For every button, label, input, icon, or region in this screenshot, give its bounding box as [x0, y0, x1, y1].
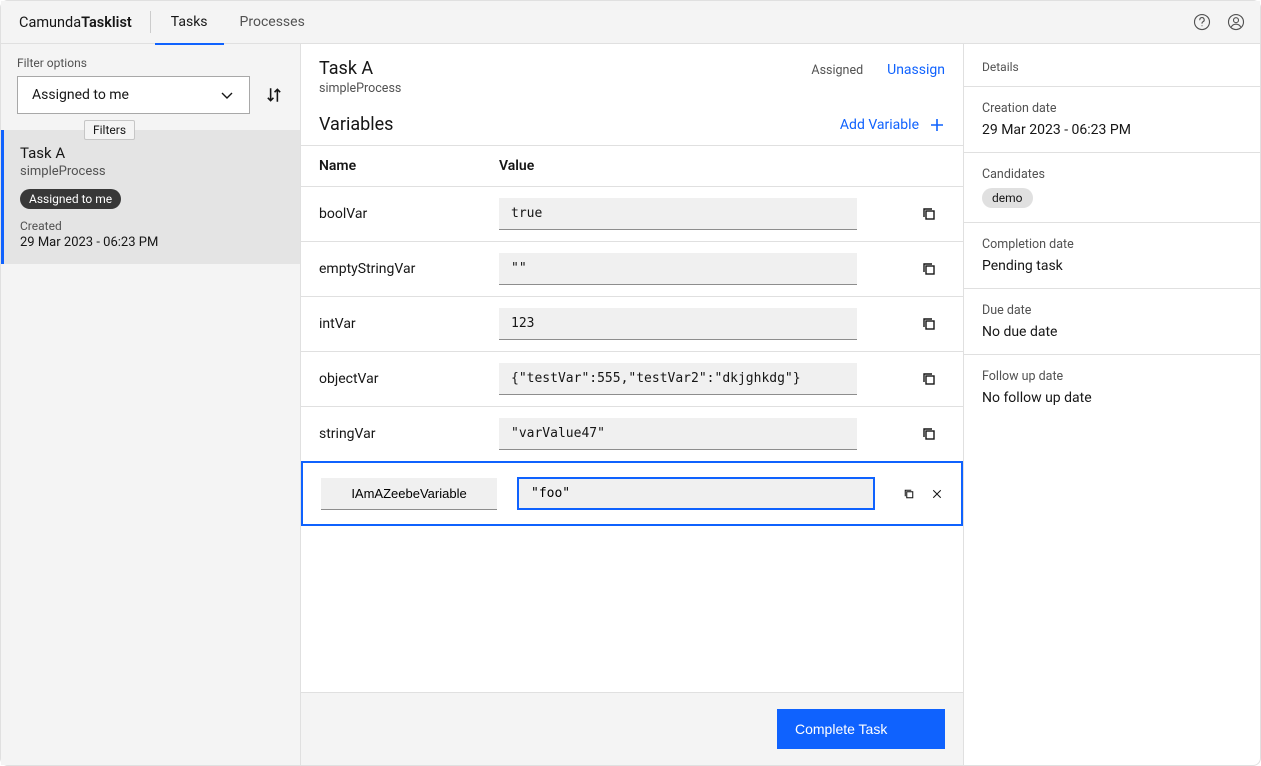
creation-date-label: Creation date	[982, 101, 1242, 116]
variable-row: stringVar "varValue47"	[301, 407, 963, 462]
task-process-name: simpleProcess	[319, 81, 401, 96]
new-variable-name-input[interactable]	[321, 478, 497, 510]
assigned-label: Assigned	[811, 63, 863, 78]
close-icon[interactable]	[931, 486, 943, 502]
brand-prefix: Camunda	[19, 14, 81, 31]
copy-icon[interactable]	[921, 206, 937, 222]
chevron-down-icon	[219, 87, 235, 103]
task-card[interactable]: Filters Task A simpleProcess Assigned to…	[1, 130, 300, 264]
complete-task-button[interactable]: Complete Task	[777, 709, 945, 749]
completion-date-value: Pending task	[982, 258, 1242, 274]
nav-tab-tasks[interactable]: Tasks	[155, 1, 224, 44]
variable-name: boolVar	[301, 187, 481, 242]
variable-value-input[interactable]: true	[499, 198, 857, 230]
variables-table: Name Value boolVar true emptyStringVar "" in…	[301, 146, 963, 461]
new-variable-value-input[interactable]	[517, 477, 875, 510]
copy-icon[interactable]	[921, 426, 937, 442]
filter-options-label: Filter options	[1, 44, 300, 76]
variable-name: stringVar	[301, 407, 481, 462]
task-card-process: simpleProcess	[20, 164, 284, 179]
filters-badge: Filters	[84, 120, 135, 140]
created-label: Created	[20, 219, 284, 233]
copy-icon[interactable]	[921, 371, 937, 387]
help-icon[interactable]	[1192, 12, 1212, 32]
unassign-button[interactable]: Unassign	[887, 62, 945, 78]
column-name: Name	[301, 146, 481, 187]
followup-date-value: No follow up date	[982, 390, 1242, 406]
completion-date-label: Completion date	[982, 237, 1242, 252]
variable-value-input[interactable]: "varValue47"	[499, 418, 857, 450]
plus-icon	[929, 117, 945, 133]
copy-icon[interactable]	[921, 261, 937, 277]
due-date-label: Due date	[982, 303, 1242, 318]
user-icon[interactable]	[1226, 12, 1246, 32]
new-variable-row	[301, 461, 963, 526]
creation-date-value: 29 Mar 2023 - 06:23 PM	[982, 122, 1242, 138]
candidate-chip: demo	[982, 188, 1033, 208]
details-heading: Details	[964, 44, 1260, 87]
add-variable-label: Add Variable	[840, 117, 919, 133]
task-title: Task A	[319, 58, 401, 79]
variable-row: boolVar true	[301, 187, 963, 242]
filter-dropdown[interactable]: Assigned to me	[17, 76, 250, 114]
variable-row: intVar 123	[301, 297, 963, 352]
variable-name: objectVar	[301, 352, 481, 407]
app-brand: Camunda Tasklist	[19, 11, 151, 33]
created-value: 29 Mar 2023 - 06:23 PM	[20, 235, 284, 250]
assigned-chip: Assigned to me	[20, 189, 121, 209]
variable-name: emptyStringVar	[301, 242, 481, 297]
variables-heading: Variables	[319, 114, 393, 135]
variable-value-input[interactable]: 123	[499, 308, 857, 340]
variable-row: objectVar {"testVar":555,"testVar2":"dkjg…	[301, 352, 963, 407]
sort-button[interactable]	[260, 81, 288, 109]
add-variable-button[interactable]: Add Variable	[840, 117, 945, 133]
column-value: Value	[481, 146, 903, 187]
brand-name: Tasklist	[81, 14, 132, 31]
copy-icon[interactable]	[903, 486, 915, 502]
variable-value-input[interactable]: {"testVar":555,"testVar2":"dkjghkdg"}	[499, 363, 857, 395]
filter-selected-label: Assigned to me	[32, 87, 129, 103]
due-date-value: No due date	[982, 324, 1242, 340]
variable-value-input[interactable]: ""	[499, 253, 857, 285]
task-card-title: Task A	[20, 144, 284, 162]
variable-row: emptyStringVar ""	[301, 242, 963, 297]
variable-name: intVar	[301, 297, 481, 352]
copy-icon[interactable]	[921, 316, 937, 332]
nav-tab-processes[interactable]: Processes	[224, 1, 321, 44]
candidates-label: Candidates	[982, 167, 1242, 182]
followup-date-label: Follow up date	[982, 369, 1242, 384]
